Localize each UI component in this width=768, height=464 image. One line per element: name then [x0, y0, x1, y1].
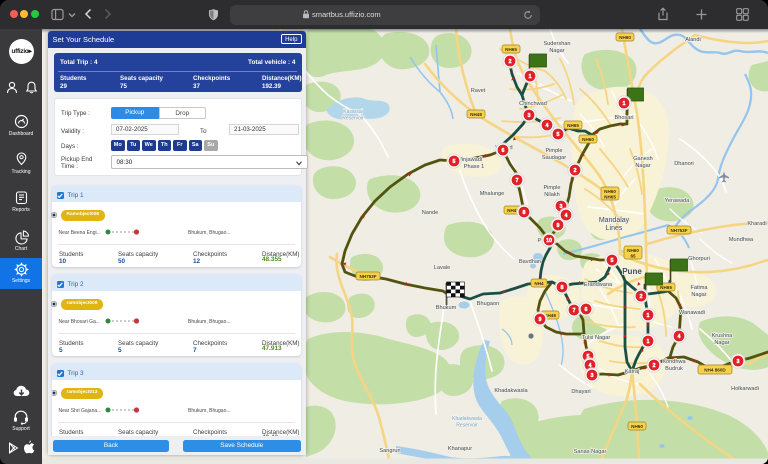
svg-text:NH65: NH65: [604, 195, 616, 200]
svg-text:Ravet: Ravet: [471, 88, 486, 94]
svg-text:Khanapur: Khanapur: [448, 446, 472, 452]
svg-text:NH60: NH60: [627, 248, 639, 253]
svg-text:Pune: Pune: [622, 267, 642, 276]
svg-text:Kharadi: Kharadi: [747, 221, 766, 227]
svg-text:NH60: NH60: [631, 424, 643, 429]
svg-text:NH753F: NH753F: [359, 274, 376, 279]
svg-text:Mundhwa: Mundhwa: [729, 237, 754, 243]
svg-text:3: 3: [737, 359, 740, 365]
svg-text:NH60: NH60: [604, 189, 616, 194]
svg-text:Bavdhan: Bavdhan: [519, 259, 541, 265]
svg-text:8: 8: [523, 210, 526, 216]
svg-text:Nagar: Nagar: [691, 292, 706, 298]
svg-text:NH48: NH48: [470, 112, 482, 117]
svg-text:Erandwana: Erandwana: [584, 282, 613, 288]
svg-text:Nande: Nande: [422, 210, 438, 216]
svg-text:Bhukum: Bhukum: [436, 305, 457, 311]
svg-text:Reservoir: Reservoir: [456, 423, 478, 429]
svg-text:NH65: NH65: [567, 123, 579, 128]
svg-text:Saudagar: Saudagar: [542, 155, 566, 161]
svg-text:Khadakwasla: Khadakwasla: [494, 388, 528, 394]
svg-text:Phase 1: Phase 1: [464, 164, 485, 170]
svg-text:5: 5: [557, 132, 560, 138]
svg-text:Lines: Lines: [606, 225, 623, 232]
svg-text:Ghorpuri: Ghorpuri: [688, 256, 710, 262]
svg-text:NH65: NH65: [505, 47, 517, 52]
svg-text:Nagar: Nagar: [714, 340, 729, 346]
svg-text:Chinchwad: Chinchwad: [519, 101, 547, 107]
svg-text:Ganesh: Ganesh: [633, 156, 653, 162]
svg-text:2: 2: [574, 168, 577, 174]
svg-text:6: 6: [585, 307, 588, 313]
svg-text:7: 7: [573, 308, 576, 314]
svg-text:2: 2: [653, 363, 656, 369]
svg-text:Holkarwadi: Holkarwadi: [731, 386, 759, 392]
svg-text:Khadakwasla: Khadakwasla: [452, 416, 482, 422]
svg-text:Lavale: Lavale: [434, 265, 450, 271]
svg-text:Wanawadi: Wanawadi: [679, 310, 705, 316]
svg-text:Dhanori: Dhanori: [674, 161, 694, 167]
svg-text:Sanas Nagar: Sanas Nagar: [574, 449, 607, 455]
svg-text:7: 7: [516, 178, 519, 184]
svg-text:Katraj: Katraj: [625, 369, 640, 375]
svg-text:1: 1: [647, 313, 650, 319]
svg-text:Krushna: Krushna: [712, 333, 734, 339]
svg-text:65: 65: [630, 254, 636, 259]
svg-text:3: 3: [591, 373, 594, 379]
svg-text:5: 5: [611, 258, 614, 264]
svg-text:4: 4: [678, 334, 681, 340]
svg-text:Nilakh: Nilakh: [544, 192, 560, 198]
svg-text:1: 1: [647, 339, 650, 345]
svg-text:4: 4: [546, 123, 549, 129]
svg-text:NH753F: NH753F: [670, 228, 687, 233]
svg-text:NH4 860D: NH4 860D: [704, 368, 726, 373]
svg-text:2: 2: [640, 294, 643, 300]
svg-text:Bhugaon: Bhugaon: [477, 301, 499, 307]
svg-text:Fatima: Fatima: [690, 285, 708, 291]
svg-text:Nagar: Nagar: [635, 163, 650, 169]
svg-text:Bhosari: Bhosari: [615, 115, 634, 121]
svg-text:Sangrun: Sangrun: [379, 448, 400, 454]
svg-text:Nagar: Nagar: [549, 48, 564, 54]
svg-text:NH4: NH4: [534, 281, 544, 286]
svg-text:3: 3: [528, 113, 531, 119]
svg-text:Pimple: Pimple: [545, 148, 562, 154]
svg-text:NH65: NH65: [660, 285, 672, 290]
svg-text:9: 9: [557, 223, 560, 229]
svg-text:Reservoir: Reservoir: [342, 116, 364, 122]
svg-text:2: 2: [509, 59, 512, 65]
svg-text:Yerawada: Yerawada: [665, 198, 691, 204]
svg-text:Mhalunge: Mhalunge: [480, 191, 505, 197]
svg-text:Tulsi Nagar: Tulsi Nagar: [582, 335, 611, 341]
svg-text:Mandalay: Mandalay: [599, 217, 630, 224]
svg-text:NH60: NH60: [619, 35, 631, 40]
svg-text:8: 8: [561, 285, 564, 291]
svg-text:1: 1: [529, 74, 532, 80]
svg-text:Kasarsai: Kasarsai: [343, 109, 362, 115]
svg-text:9: 9: [539, 317, 542, 323]
svg-text:Dhayari: Dhayari: [571, 389, 590, 395]
svg-text:4: 4: [565, 213, 568, 219]
svg-text:1: 1: [623, 101, 626, 107]
svg-text:5: 5: [453, 159, 456, 165]
svg-text:10: 10: [546, 238, 552, 244]
svg-text:6: 6: [502, 148, 505, 154]
svg-text:Kondhwa: Kondhwa: [662, 359, 686, 365]
svg-text:Alandi: Alandi: [685, 37, 701, 43]
svg-text:NH60: NH60: [582, 137, 594, 142]
svg-text:Pimple: Pimple: [543, 185, 560, 191]
svg-text:Sudershan: Sudershan: [543, 41, 570, 47]
svg-text:Budruk: Budruk: [665, 366, 683, 372]
